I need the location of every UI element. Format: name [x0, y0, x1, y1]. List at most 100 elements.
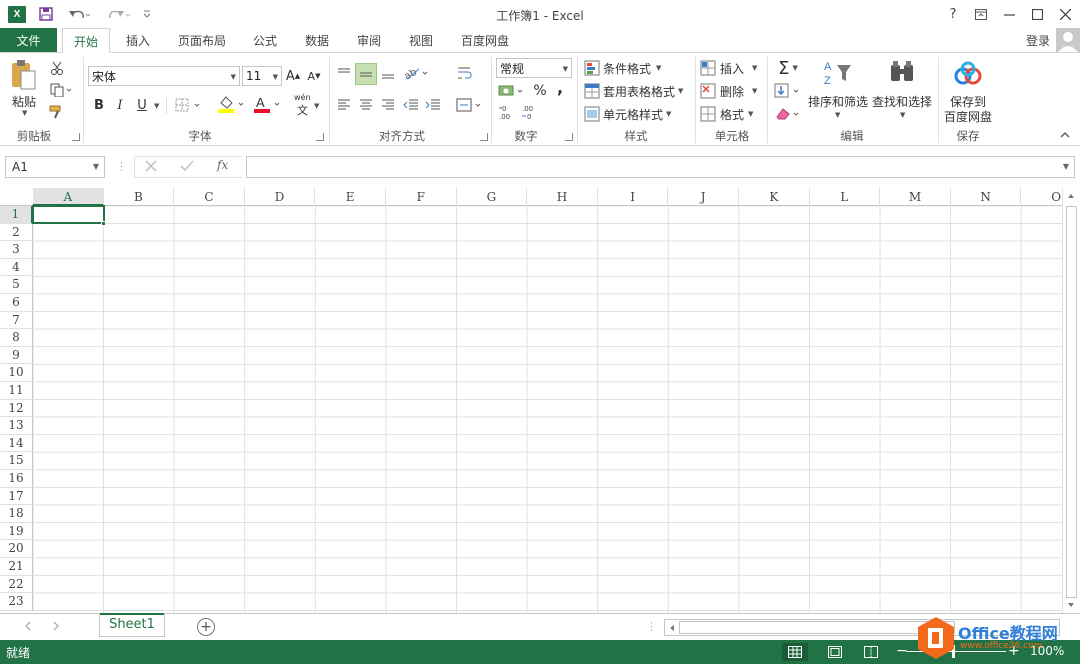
column-header-o[interactable]: O — [1021, 188, 1062, 206]
row-header-10[interactable]: 10 — [0, 364, 33, 382]
bold-button[interactable]: B — [90, 95, 108, 115]
grow-font-button[interactable]: A ▲ — [285, 66, 301, 86]
column-header-d[interactable]: D — [245, 188, 316, 206]
row-header-17[interactable]: 17 — [0, 487, 33, 506]
expand-formula-icon[interactable]: ▼ — [1063, 162, 1069, 171]
column-header-j[interactable]: J — [668, 188, 739, 206]
column-header-c[interactable]: C — [174, 188, 245, 206]
help-button[interactable]: ? — [942, 4, 964, 24]
number-format-combobox[interactable]: 常规 ▼ — [496, 58, 572, 78]
row-header-2[interactable]: 2 — [0, 223, 33, 242]
column-header-l[interactable]: L — [810, 188, 881, 206]
delete-cells-button[interactable]: 删除 ▼ — [700, 81, 764, 101]
font-color-icon[interactable]: A — [252, 93, 284, 115]
fill-handle[interactable] — [101, 221, 106, 226]
insert-function-button[interactable]: fx — [217, 158, 228, 172]
vertical-scrollbar[interactable] — [1062, 188, 1080, 613]
phonetic-guide-button[interactable]: wén 文 ▼ — [294, 93, 320, 117]
row-header-1[interactable]: 1 — [0, 206, 33, 224]
align-left-icon[interactable] — [334, 95, 354, 115]
page-layout-view-icon[interactable] — [822, 643, 848, 661]
wrap-text-icon[interactable] — [455, 63, 475, 83]
tab-formulas[interactable]: 公式 — [244, 28, 286, 52]
clipboard-launcher-icon[interactable] — [72, 133, 80, 141]
row-header-11[interactable]: 11 — [0, 382, 33, 400]
tab-view[interactable]: 视图 — [400, 28, 442, 52]
align-top-icon[interactable] — [334, 63, 354, 83]
tab-data[interactable]: 数据 — [296, 28, 338, 52]
customize-qat-icon[interactable] — [140, 5, 154, 23]
accounting-format-icon[interactable] — [497, 81, 527, 101]
row-header-5[interactable]: 5 — [0, 276, 33, 294]
paste-button[interactable]: 粘贴 ▼ — [8, 59, 40, 119]
cut-icon[interactable] — [48, 59, 66, 77]
orientation-icon[interactable]: ab — [402, 63, 432, 83]
cell-styles-button[interactable]: 单元格样式 ▼ — [584, 104, 694, 124]
font-size-combobox[interactable]: 11 ▼ — [242, 66, 282, 86]
conditional-formatting-button[interactable]: 条件格式 ▼ — [584, 58, 694, 78]
prev-sheet-icon[interactable] — [24, 621, 34, 631]
column-header-k[interactable]: K — [739, 188, 810, 206]
font-name-combobox[interactable]: 宋体 ▼ — [88, 66, 240, 86]
phonetic-dropdown-icon[interactable]: ▼ — [314, 102, 319, 110]
row-header-4[interactable]: 4 — [0, 258, 33, 277]
shrink-font-button[interactable]: A ▼ — [306, 66, 322, 86]
cancel-entry-icon[interactable] — [145, 160, 161, 176]
clear-icon[interactable] — [773, 104, 803, 124]
align-center-icon[interactable] — [356, 95, 376, 115]
row-header-13[interactable]: 13 — [0, 417, 33, 435]
align-bottom-icon[interactable] — [378, 63, 398, 83]
autosum-icon[interactable]: Σ ▼ — [773, 57, 803, 79]
row-header-23[interactable]: 23 — [0, 593, 33, 611]
confirm-entry-icon[interactable] — [180, 160, 196, 176]
tab-home[interactable]: 开始 — [62, 28, 110, 53]
merge-center-icon[interactable] — [455, 95, 485, 115]
row-header-6[interactable]: 6 — [0, 294, 33, 312]
row-header-16[interactable]: 16 — [0, 470, 33, 488]
decrease-indent-icon[interactable] — [401, 95, 421, 115]
align-right-icon[interactable] — [378, 95, 398, 115]
maximize-button[interactable] — [1026, 4, 1048, 24]
insert-cells-button[interactable]: 插入 ▼ — [700, 58, 764, 78]
scroll-down-icon[interactable] — [1066, 600, 1078, 612]
column-header-n[interactable]: N — [951, 188, 1022, 206]
column-header-a[interactable]: A — [33, 188, 104, 206]
column-header-g[interactable]: G — [457, 188, 528, 206]
column-header-e[interactable]: E — [315, 188, 386, 206]
row-header-19[interactable]: 19 — [0, 522, 33, 541]
collapse-ribbon-icon[interactable] — [1060, 131, 1072, 141]
percent-style-button[interactable]: % — [530, 81, 550, 101]
page-break-view-icon[interactable] — [858, 643, 884, 661]
column-header-f[interactable]: F — [386, 188, 457, 206]
name-box[interactable]: A1 ▼ — [5, 156, 105, 178]
row-header-20[interactable]: 20 — [0, 540, 33, 558]
tab-baidu-netdisk[interactable]: 百度网盘 — [452, 28, 518, 52]
close-button[interactable] — [1054, 4, 1076, 24]
row-header-18[interactable]: 18 — [0, 505, 33, 523]
number-launcher-icon[interactable] — [565, 133, 573, 141]
minimize-button[interactable] — [998, 4, 1020, 24]
underline-dropdown-icon[interactable]: ▼ — [154, 102, 159, 110]
row-header-12[interactable]: 12 — [0, 399, 33, 418]
tab-split-grip-icon[interactable]: ⋮ — [646, 620, 657, 634]
tab-file[interactable]: 文件 — [0, 28, 57, 52]
fill-icon[interactable] — [773, 81, 803, 101]
undo-icon[interactable] — [64, 5, 94, 23]
active-cell-A1[interactable] — [32, 205, 105, 224]
sign-in-link[interactable]: 登录 — [1026, 32, 1050, 49]
column-header-b[interactable]: B — [104, 188, 175, 206]
save-to-baidu-button[interactable]: 保存到 百度网盘 — [942, 57, 996, 124]
copy-icon[interactable] — [48, 81, 76, 99]
tab-page-layout[interactable]: 页面布局 — [168, 28, 236, 52]
underline-button[interactable]: U — [133, 95, 151, 115]
align-middle-icon[interactable] — [355, 63, 377, 85]
increase-decimal-icon[interactable]: 0.00 — [497, 103, 519, 121]
cell-area[interactable] — [33, 206, 1062, 613]
next-sheet-icon[interactable] — [52, 621, 62, 631]
vertical-scroll-thumb[interactable] — [1066, 206, 1077, 598]
row-header-15[interactable]: 15 — [0, 452, 33, 470]
row-header-14[interactable]: 14 — [0, 434, 33, 453]
alignment-launcher-icon[interactable] — [480, 133, 488, 141]
tab-insert[interactable]: 插入 — [118, 28, 158, 52]
ribbon-display-options-button[interactable] — [970, 4, 992, 24]
